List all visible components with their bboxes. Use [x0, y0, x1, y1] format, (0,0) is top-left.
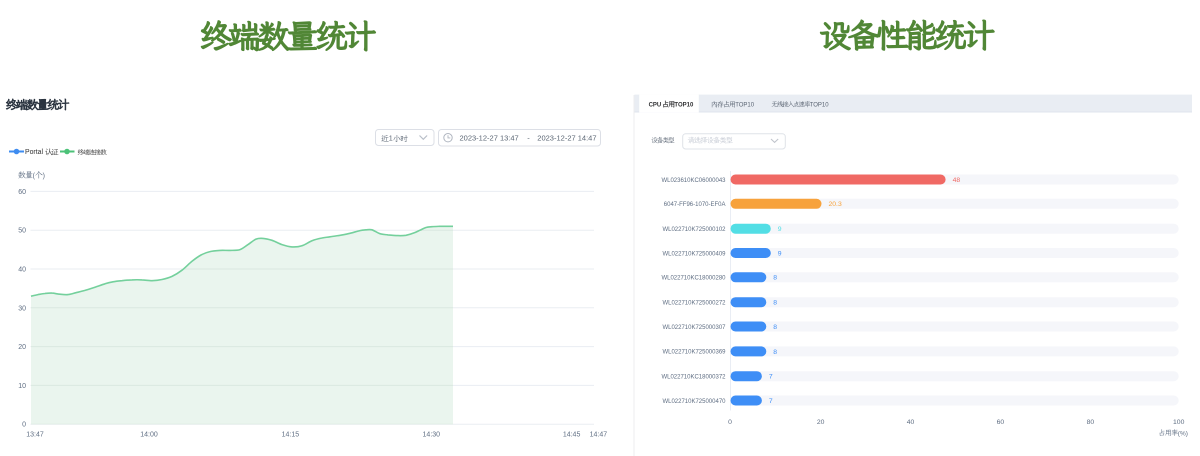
svg-text:TOP10: TOP10 — [810, 102, 830, 108]
svg-text:30: 30 — [18, 305, 26, 312]
svg-text:48: 48 — [953, 177, 961, 184]
svg-text:(%): (%) — [1178, 431, 1188, 438]
svg-text:14:45: 14:45 — [563, 431, 581, 438]
svg-text:8: 8 — [773, 349, 777, 356]
svg-text:(: ( — [33, 173, 36, 180]
svg-text:WL022710KC18000372: WL022710KC18000372 — [661, 375, 726, 381]
svg-text:8: 8 — [773, 300, 777, 307]
svg-text:CPU: CPU — [649, 102, 662, 108]
svg-text:TOP10: TOP10 — [735, 102, 755, 108]
svg-text:7: 7 — [769, 398, 773, 405]
svg-text:20: 20 — [18, 344, 26, 351]
svg-text:60: 60 — [18, 189, 26, 196]
svg-text:1: 1 — [389, 134, 393, 143]
svg-text:50: 50 — [18, 228, 26, 235]
svg-text:2023-12-27 14:47: 2023-12-27 14:47 — [537, 134, 596, 143]
svg-text:20.3: 20.3 — [829, 201, 842, 208]
svg-text:9: 9 — [778, 250, 782, 257]
svg-text:9: 9 — [778, 226, 782, 233]
svg-text:6047-FF96-1070-EF0A: 6047-FF96-1070-EF0A — [664, 202, 726, 208]
svg-text:60: 60 — [997, 419, 1005, 426]
svg-text:8: 8 — [773, 275, 777, 282]
svg-text:14:30: 14:30 — [423, 431, 441, 438]
svg-text:0: 0 — [22, 422, 26, 429]
svg-text:2023-12-27 13:47: 2023-12-27 13:47 — [460, 134, 519, 143]
svg-text:7: 7 — [769, 374, 773, 381]
svg-text:Portal: Portal — [25, 149, 43, 156]
svg-text:WL022710K725000272: WL022710K725000272 — [662, 301, 726, 307]
svg-text:13:47: 13:47 — [26, 431, 44, 438]
svg-text:WL022710K725000369: WL022710K725000369 — [662, 350, 726, 356]
svg-text:WL022710K725000409: WL022710K725000409 — [662, 251, 726, 257]
svg-text:WL022710K725000102: WL022710K725000102 — [662, 227, 726, 233]
svg-text:14:15: 14:15 — [282, 431, 300, 438]
svg-text:100: 100 — [1173, 419, 1185, 426]
svg-text:8: 8 — [773, 324, 777, 331]
svg-text:14:00: 14:00 — [140, 431, 158, 438]
svg-text:0: 0 — [728, 419, 732, 426]
svg-text:WL022710K725000307: WL022710K725000307 — [662, 325, 726, 331]
svg-text:80: 80 — [1087, 419, 1095, 426]
svg-text:20: 20 — [817, 419, 825, 426]
svg-text:14:47: 14:47 — [590, 431, 608, 438]
svg-text:): ) — [43, 173, 45, 180]
svg-text:TOP10: TOP10 — [674, 102, 694, 108]
svg-text:WL022710K725000470: WL022710K725000470 — [662, 399, 726, 405]
svg-text:40: 40 — [18, 267, 26, 274]
svg-text:WL022710KC18000280: WL022710KC18000280 — [661, 276, 726, 282]
svg-text:40: 40 — [907, 419, 915, 426]
svg-text:10: 10 — [18, 383, 26, 390]
svg-text:WL023610KC06000043: WL023610KC06000043 — [661, 178, 726, 184]
